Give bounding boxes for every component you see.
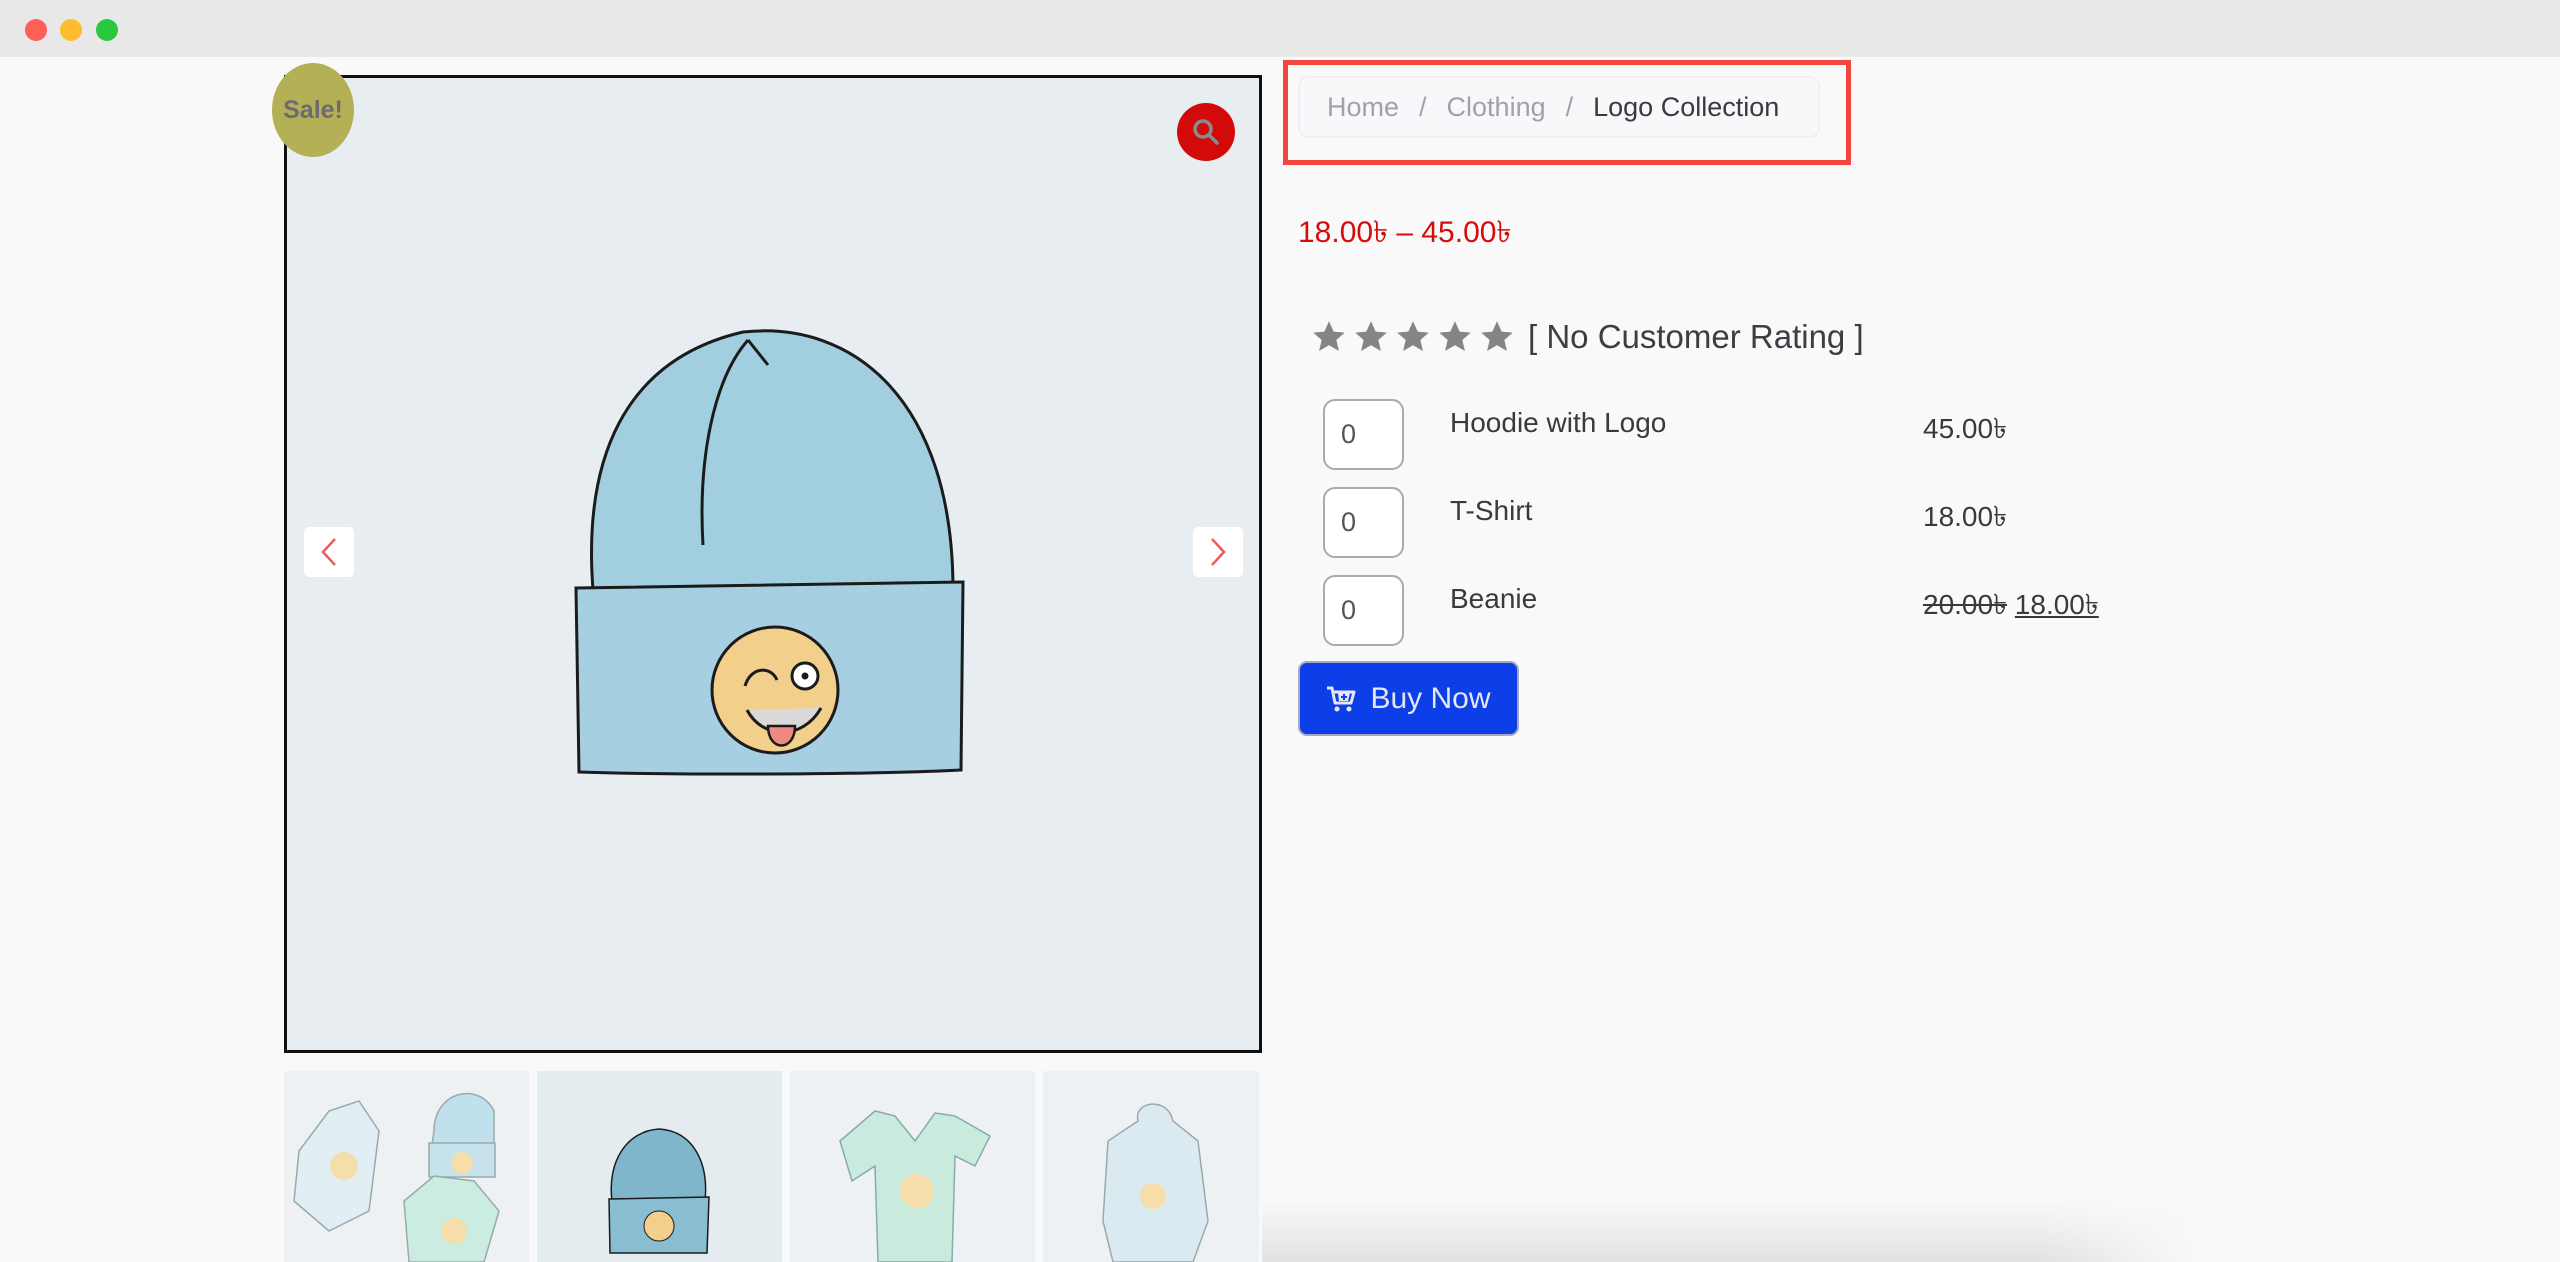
breadcrumb-home-link[interactable]: Home — [1327, 92, 1399, 123]
star-icon — [1397, 321, 1429, 351]
star-icon — [1481, 321, 1513, 351]
variant-price: 45.00৳ — [1923, 413, 2008, 444]
breadcrumb: Home / Clothing / Logo Collection — [1298, 76, 1820, 138]
buy-now-button[interactable]: Buy Now — [1298, 661, 1519, 736]
minimize-window-button[interactable] — [60, 19, 82, 41]
variant-name[interactable]: Hoodie with Logo — [1450, 407, 1666, 439]
search-icon — [1193, 119, 1219, 145]
variant-price-sale: 20.00৳ 18.00৳ — [1923, 583, 2099, 630]
breadcrumb-current: Logo Collection — [1593, 91, 1780, 122]
rating-label: [ No Customer Rating ] — [1528, 318, 1864, 355]
sale-badge: Sale! — [272, 63, 354, 157]
t-shirt-thumbnail-image — [839, 1110, 991, 1262]
star-icon — [1439, 321, 1471, 351]
beanie-thumbnail-image — [608, 1128, 710, 1254]
thumbnail-hoodie[interactable] — [1043, 1071, 1259, 1262]
thumbnail-beanie[interactable] — [537, 1071, 782, 1262]
variant-name[interactable]: Beanie — [1450, 583, 1537, 615]
product-rating: [ No Customer Rating ] — [1310, 318, 1864, 356]
beanie-image — [574, 329, 965, 776]
buy-now-label: Buy Now — [1370, 681, 1491, 715]
variant-name[interactable]: T-Shirt — [1450, 495, 1532, 527]
hoodie-thumbnail-image — [1102, 1103, 1209, 1262]
window-titlebar — [0, 0, 2560, 57]
variant-price: 18.00৳ — [1923, 501, 2008, 532]
product-main-image[interactable] — [284, 75, 1262, 1053]
quantity-input-beanie[interactable] — [1323, 575, 1404, 646]
gallery-prev-button[interactable] — [304, 527, 354, 577]
star-icon — [1313, 321, 1345, 351]
chevron-left-icon — [321, 538, 336, 566]
quantity-input-tshirt[interactable] — [1323, 487, 1404, 558]
close-window-button[interactable] — [25, 19, 47, 41]
cart-plus-icon — [1327, 686, 1356, 711]
sale-price: 18.00৳ — [2014, 589, 2099, 620]
breadcrumb-separator: / — [1419, 91, 1427, 122]
quantity-input-hoodie[interactable] — [1323, 399, 1404, 470]
chevron-right-icon — [1211, 538, 1226, 566]
maximize-window-button[interactable] — [96, 19, 118, 41]
logo-collection-thumbnail-image — [293, 1092, 500, 1262]
thumbnail-t-shirt[interactable] — [790, 1071, 1035, 1262]
regular-price: 20.00৳ — [1923, 589, 2008, 620]
breadcrumb-separator: / — [1565, 91, 1574, 122]
gallery-next-button[interactable] — [1193, 527, 1243, 577]
thumbnail-logo-collection[interactable] — [284, 1071, 529, 1262]
image-zoom-button[interactable] — [1177, 103, 1235, 161]
star-icon — [1355, 321, 1387, 351]
price-range: 18.00৳ – 45.00৳ — [1298, 216, 1512, 249]
breadcrumb-clothing-link[interactable]: Clothing — [1447, 92, 1546, 123]
thumbnail-strip — [284, 1071, 1262, 1262]
bottom-shadow — [1262, 1200, 2560, 1262]
